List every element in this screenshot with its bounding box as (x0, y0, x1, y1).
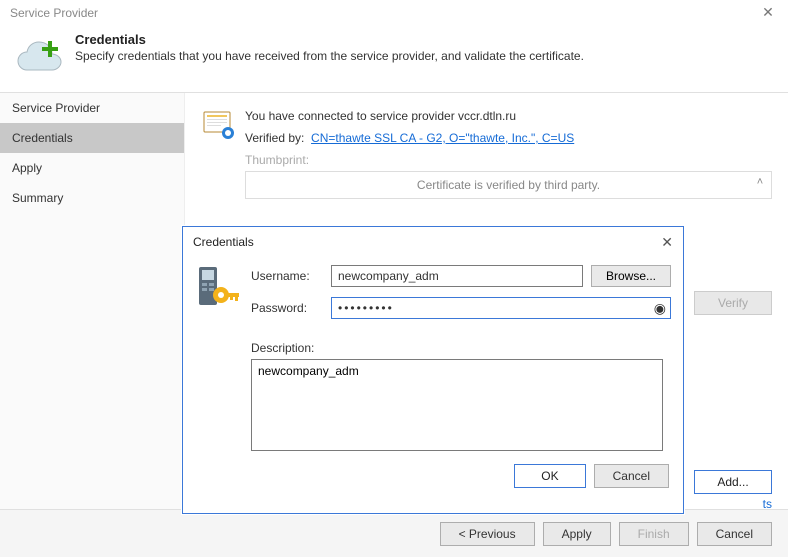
thumbprint-box: Certificate is verified by third party. … (245, 171, 772, 199)
thumbprint-message: Certificate is verified by third party. (246, 172, 771, 198)
previous-button[interactable]: < Previous (440, 522, 535, 546)
sidebar-item-apply[interactable]: Apply (0, 153, 184, 183)
wizard-footer: < Previous Apply Finish Cancel (0, 509, 788, 557)
verified-by-label: Verified by: (245, 131, 304, 145)
ok-button[interactable]: OK (514, 464, 585, 488)
password-input[interactable] (331, 297, 671, 319)
username-input[interactable] (331, 265, 583, 287)
certificate-icon (203, 109, 235, 141)
sidebar-item-credentials[interactable]: Credentials (0, 123, 184, 153)
connected-text: You have connected to service provider v… (245, 109, 772, 123)
description-label: Description: (251, 341, 671, 355)
dialog-title: Credentials (193, 235, 254, 249)
cloud-plus-icon (15, 32, 65, 82)
thumbprint-label: Thumbprint: (245, 153, 772, 167)
sidebar-item-service-provider[interactable]: Service Provider (0, 93, 184, 123)
dialog-titlebar: Credentials ✕ (183, 227, 683, 257)
header: Credentials Specify credentials that you… (0, 26, 788, 92)
username-label: Username: (251, 269, 323, 283)
password-label: Password: (251, 301, 323, 315)
reveal-password-icon[interactable]: ◉ (654, 300, 666, 317)
sidebar-item-summary[interactable]: Summary (0, 183, 184, 213)
titlebar: Service Provider ✕ (0, 0, 788, 26)
chevron-up-icon[interactable]: ˄ (753, 176, 767, 190)
page-title: Credentials (75, 32, 584, 47)
credentials-key-icon (195, 265, 241, 319)
verified-link[interactable]: CN=thawte SSL CA - G2, O="thawte, Inc.",… (311, 131, 574, 145)
close-icon[interactable]: ✕ (758, 3, 778, 23)
credentials-dialog: Credentials ✕ (182, 226, 684, 514)
description-textarea[interactable] (251, 359, 663, 451)
browse-button[interactable]: Browse... (591, 265, 671, 287)
cancel-button[interactable]: Cancel (697, 522, 772, 546)
apply-button[interactable]: Apply (543, 522, 611, 546)
dialog-cancel-button[interactable]: Cancel (594, 464, 669, 488)
page-subtitle: Specify credentials that you have receiv… (75, 49, 584, 63)
verify-button: Verify (694, 291, 772, 315)
add-button[interactable]: Add... (694, 470, 772, 494)
dialog-close-icon[interactable]: ✕ (661, 234, 673, 251)
wizard-sidebar: Service Provider Credentials Apply Summa… (0, 93, 185, 515)
finish-button: Finish (619, 522, 689, 546)
window-title: Service Provider (10, 6, 98, 20)
